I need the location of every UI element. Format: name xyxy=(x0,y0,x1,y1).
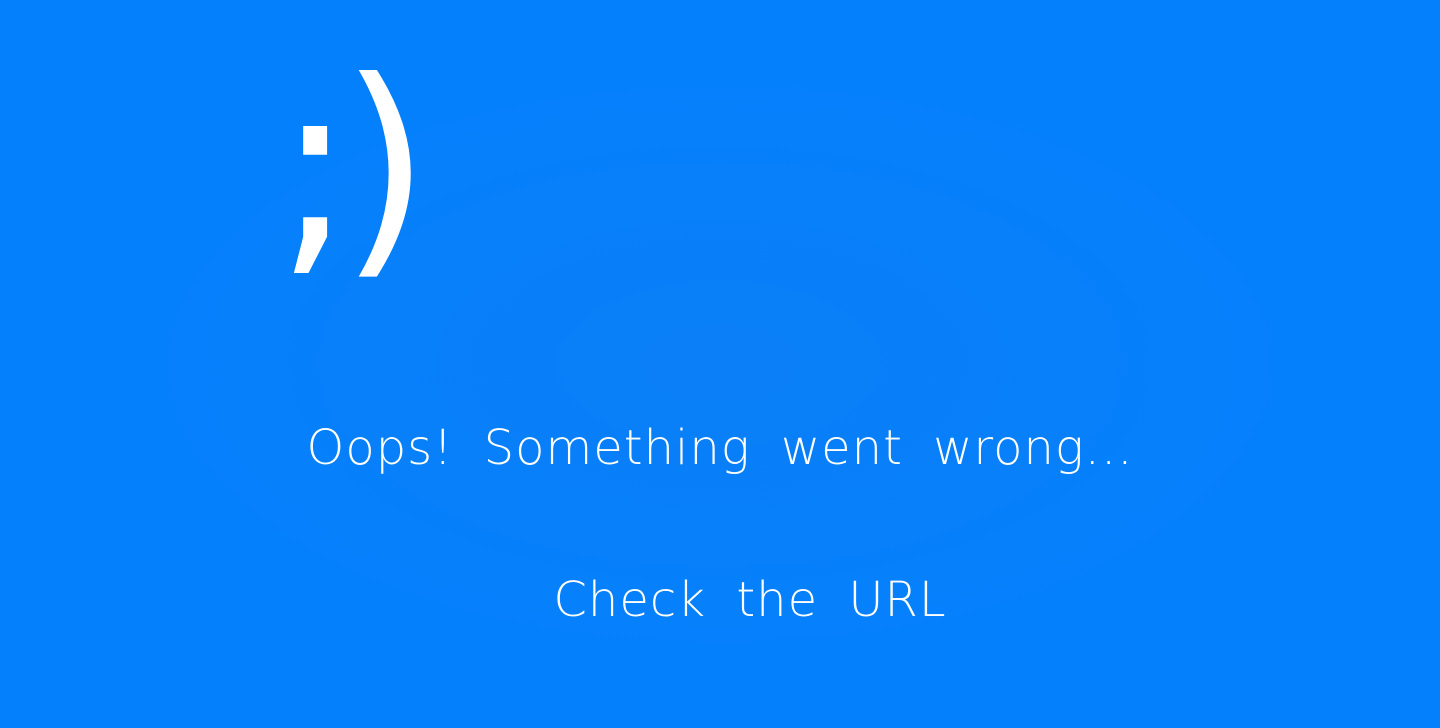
error-hint: Check the URL xyxy=(553,572,947,628)
error-message: Oops! Something went wrong... xyxy=(306,420,1134,476)
wink-emoticon: ;) xyxy=(276,31,431,301)
error-page: ;) Oops! Something went wrong... Check t… xyxy=(0,0,1440,728)
